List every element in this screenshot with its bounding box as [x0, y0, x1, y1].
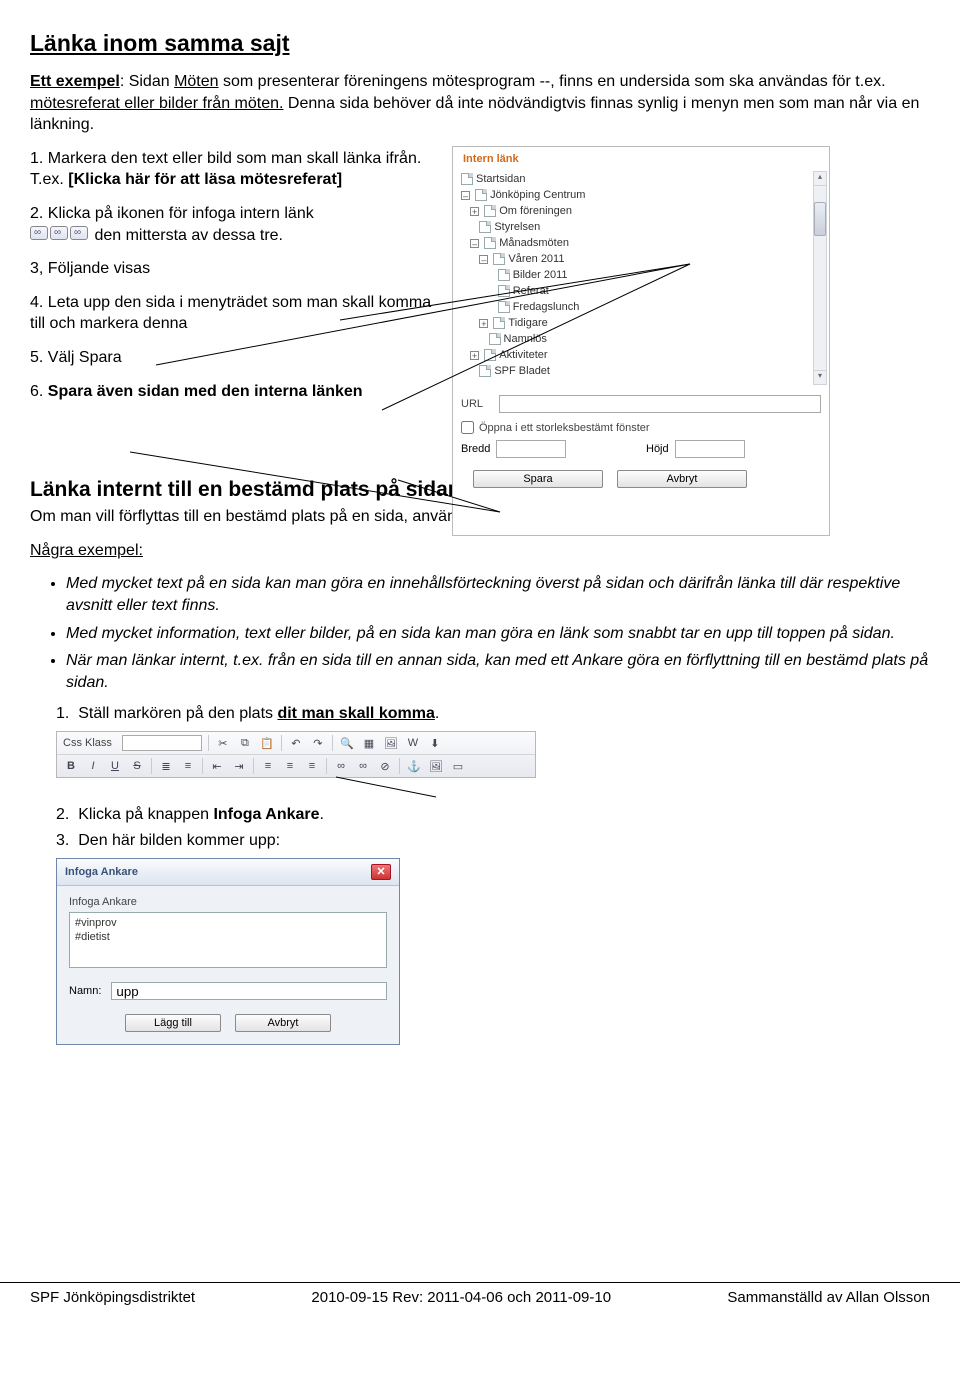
strike-icon[interactable]: S	[129, 758, 145, 774]
list-item: När man länkar internt, t.ex. från en si…	[66, 650, 930, 693]
align-center-icon[interactable]: ≡	[282, 758, 298, 774]
list-item: Med mycket information, text eller bilde…	[66, 623, 930, 645]
search-icon[interactable]: 🔍	[339, 735, 355, 751]
dialog-box-label: Infoga Ankare	[69, 896, 387, 908]
anchor-callout-arrow	[56, 775, 576, 801]
ul-icon[interactable]: ≣	[158, 758, 174, 774]
css-class-input[interactable]	[122, 735, 202, 751]
media-icon[interactable]: ▭	[450, 758, 466, 774]
anchor-step-3: 3. Den här bilden kommer upp:	[56, 832, 930, 850]
bold-icon[interactable]: B	[63, 758, 79, 774]
anchor-icon[interactable]: ⚓	[406, 758, 422, 774]
table-icon[interactable]: ▦	[361, 735, 377, 751]
internal-link-icon[interactable]: ∞	[355, 758, 371, 774]
ol-icon[interactable]: ≡	[180, 758, 196, 774]
close-icon[interactable]: ✕	[371, 864, 391, 880]
outdent-icon[interactable]: ⇤	[209, 758, 225, 774]
list-item: Med mycket text på en sida kan man göra …	[66, 573, 930, 616]
align-left-icon[interactable]: ≡	[260, 758, 276, 774]
redo-icon[interactable]: ↷	[310, 735, 326, 751]
anchor-dialog: Infoga Ankare ✕ Infoga Ankare #vinprov #…	[56, 858, 400, 1045]
callout-arrows	[0, 0, 960, 560]
insert-image-icon[interactable]: 🖼	[428, 758, 444, 774]
link-icon[interactable]: ∞	[333, 758, 349, 774]
examples-list: Med mycket text på en sida kan man göra …	[30, 573, 930, 693]
indent-icon[interactable]: ⇥	[231, 758, 247, 774]
name-input[interactable]	[111, 982, 387, 1000]
paste-icon[interactable]: 📋	[259, 735, 275, 751]
anchor-listbox[interactable]: #vinprov #dietist	[69, 912, 387, 968]
pdf-icon[interactable]: ⬇	[427, 735, 443, 751]
add-button[interactable]: Lägg till	[125, 1014, 221, 1032]
anchor-step-2: 2. Klicka på knappen Infoga Ankare.	[56, 806, 930, 824]
underline-icon[interactable]: U	[107, 758, 123, 774]
cut-icon[interactable]: ✂	[215, 735, 231, 751]
dialog-title: Infoga Ankare	[65, 866, 138, 878]
word-icon[interactable]: W	[405, 735, 421, 751]
editor-toolbar: Css Klass ✂ ⧉ 📋 ↶ ↷ 🔍 ▦ 🖼 W ⬇ B I U S ≣ …	[56, 731, 536, 778]
undo-icon[interactable]: ↶	[288, 735, 304, 751]
align-right-icon[interactable]: ≡	[304, 758, 320, 774]
unlink-icon[interactable]: ⊘	[377, 758, 393, 774]
page-footer: SPF Jönköpingsdistriktet 2010-09-15 Rev:…	[0, 1282, 960, 1306]
cancel-button[interactable]: Avbryt	[235, 1014, 331, 1032]
copy-icon[interactable]: ⧉	[237, 735, 253, 751]
name-label: Namn:	[69, 985, 101, 997]
image-icon[interactable]: 🖼	[383, 735, 399, 751]
anchor-step-1: 1. Ställ markören på den plats dit man s…	[56, 705, 930, 723]
italic-icon[interactable]: I	[85, 758, 101, 774]
